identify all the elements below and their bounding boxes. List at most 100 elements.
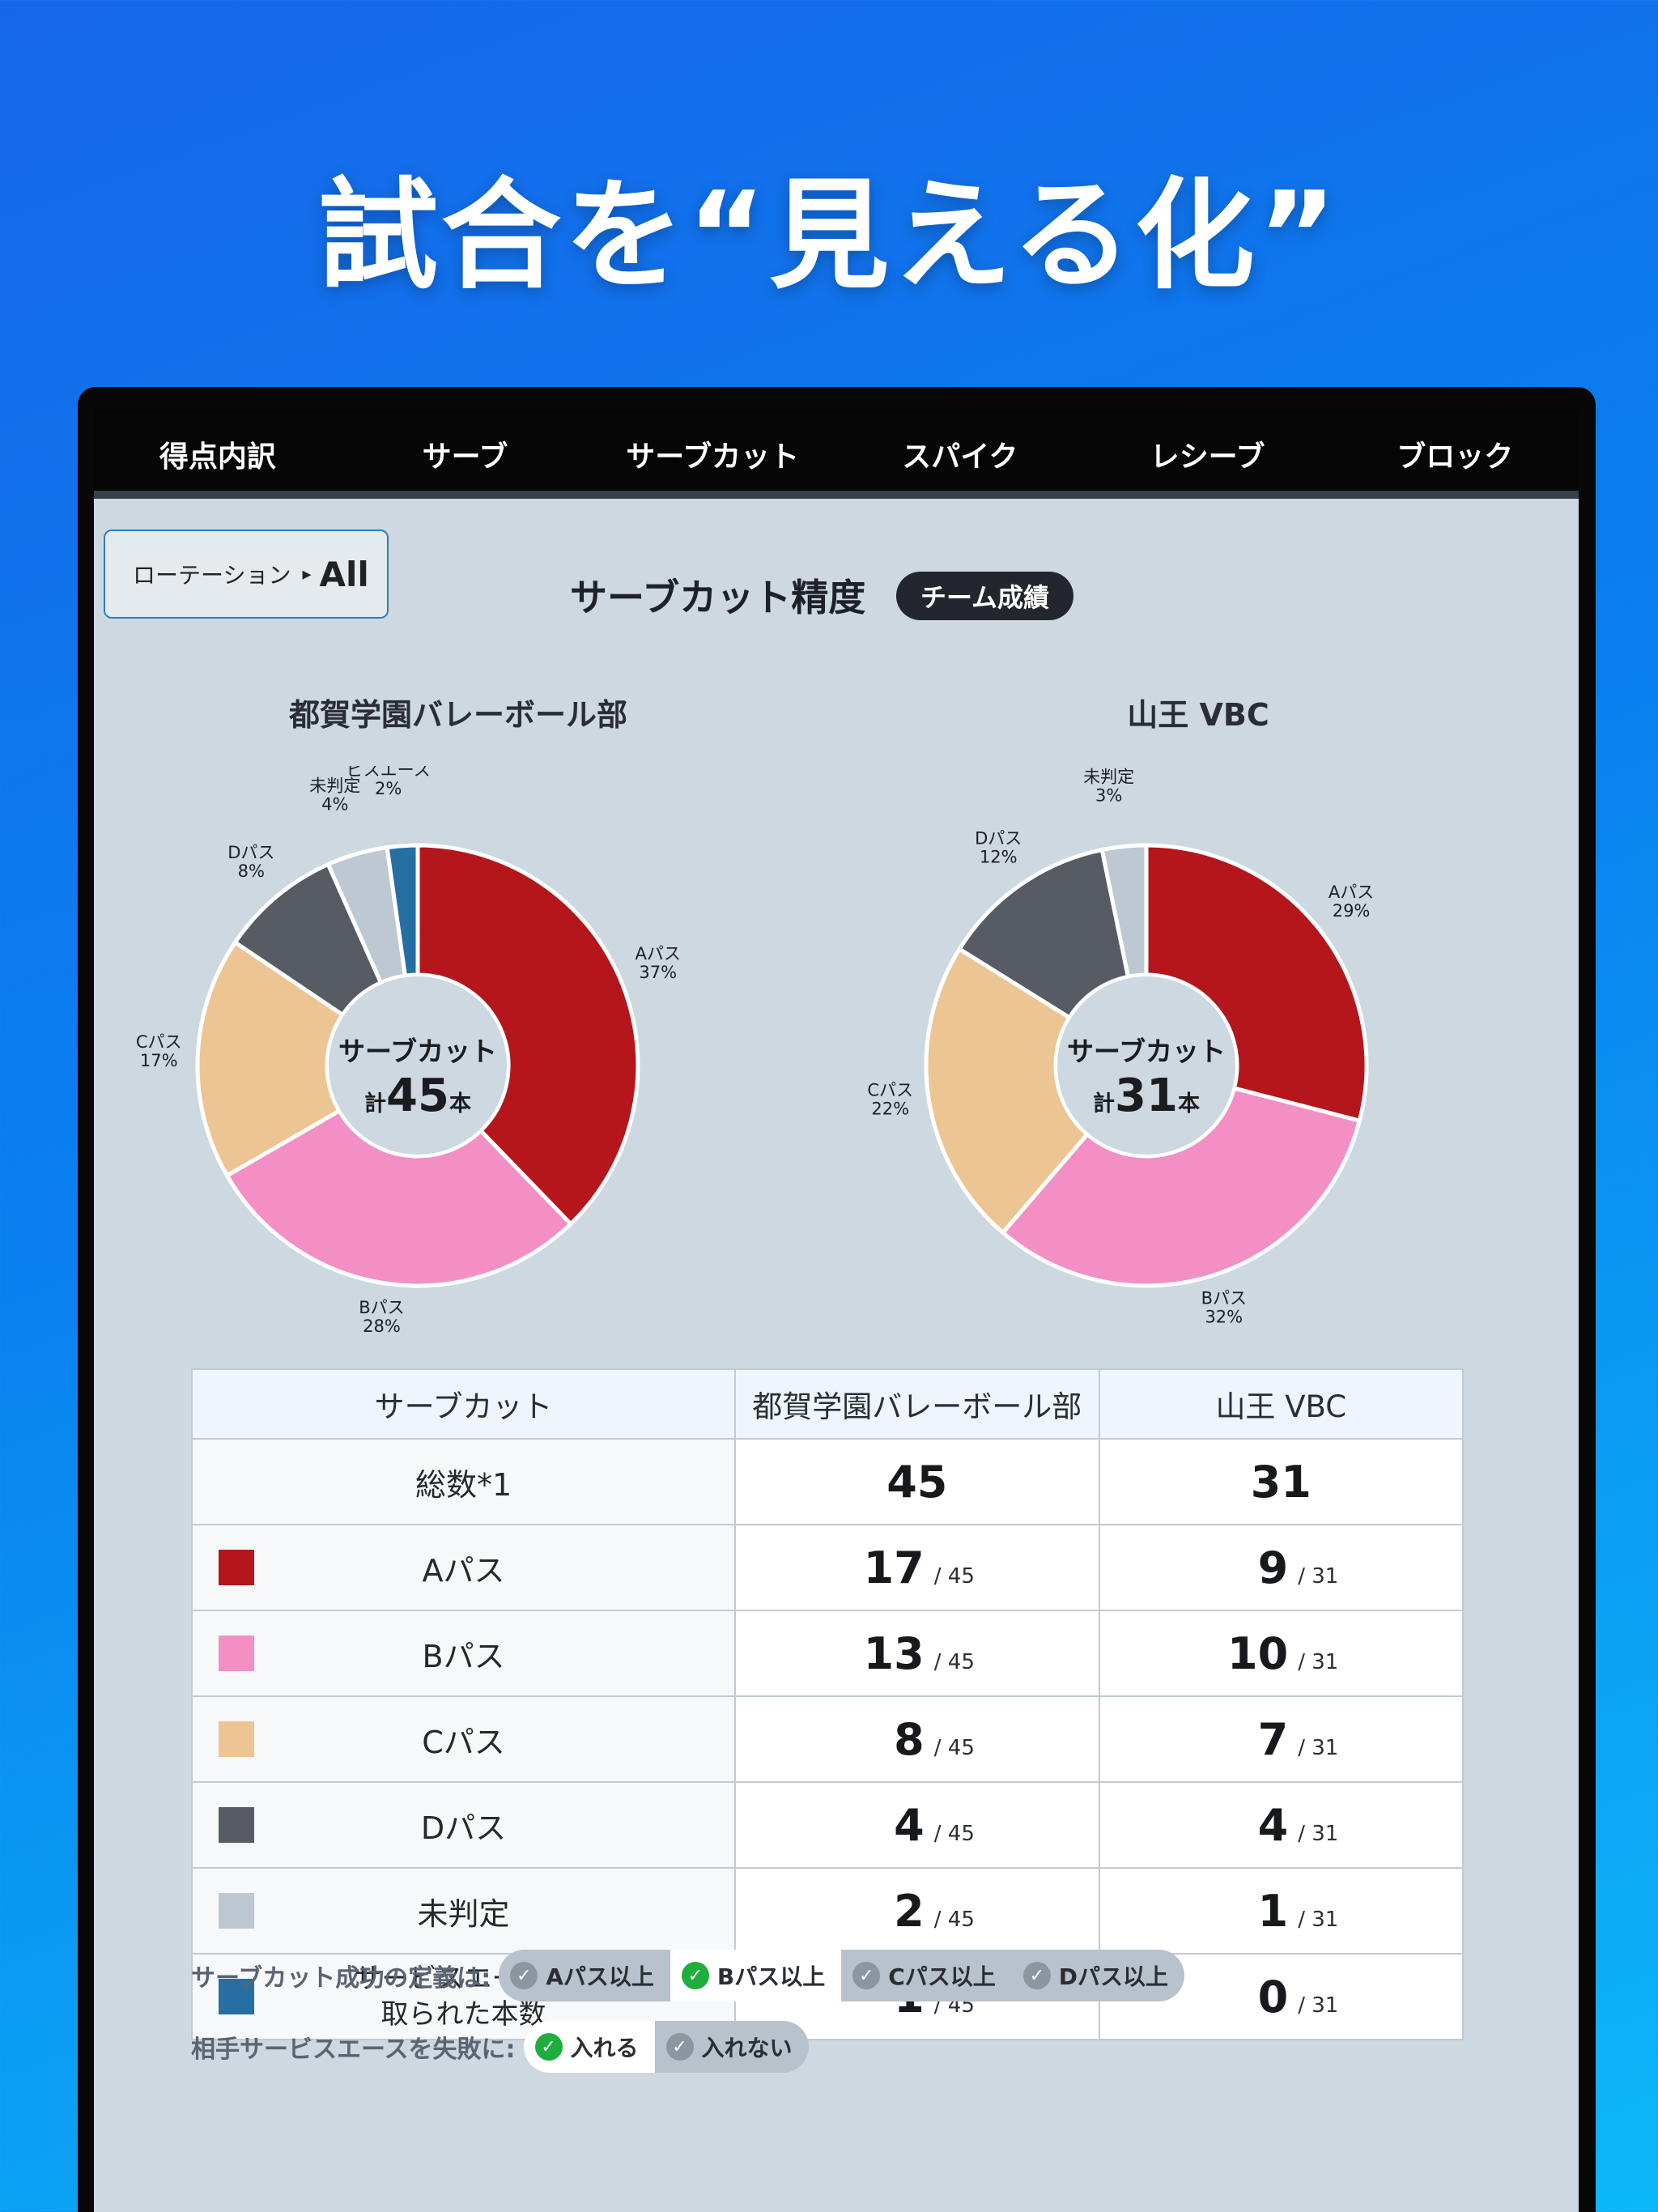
- of-total-team1: / 45: [933, 1907, 975, 1932]
- slice-label-C: Cパス 22%: [867, 1080, 913, 1118]
- row-label-c-pass: Cパス: [422, 1724, 505, 1760]
- of-total-team2: / 31: [1298, 1649, 1339, 1674]
- center-label: サーブカット: [338, 1036, 497, 1067]
- table-row: 未判定 2 / 45 1 / 31: [190, 1867, 1465, 1955]
- success-definition-segmented: ✓ Aパス以上 ✓ Bパス以上 ✓ Cパス以上 ✓ Dパス以上: [499, 1950, 1185, 2001]
- undetermined-swatch: [219, 1893, 254, 1929]
- slice-label-B: Bパス 32%: [1201, 1288, 1247, 1326]
- slice-label-A: Aパス 29%: [1329, 883, 1374, 921]
- success-definition-label: サーブカット成功の定義は:: [191, 1964, 491, 1993]
- b-pass-swatch: [219, 1636, 254, 1671]
- option-label: 入れる: [570, 2035, 639, 2061]
- table-header-team1: 都賀学園バレーボール部: [734, 1368, 1100, 1440]
- slice-label-C: Cパス 17%: [136, 1032, 182, 1070]
- center-label: サーブカット: [1067, 1036, 1226, 1067]
- b-pass-team2: 10: [1227, 1627, 1289, 1679]
- option-label: 入れない: [701, 2035, 793, 2061]
- table-row: Bパス 13 / 45 10 / 31: [190, 1610, 1465, 1697]
- check-icon: ✓: [534, 2033, 563, 2061]
- team2-name: 山王 VBC: [1127, 697, 1269, 733]
- slice-label-B: Bパス 28%: [359, 1298, 404, 1336]
- tab-score-breakdown[interactable]: 得点内訳: [94, 410, 342, 499]
- undetermined-team2: 1: [1257, 1885, 1289, 1937]
- d-pass-team2: 4: [1257, 1799, 1289, 1851]
- total-team2: 31: [1098, 1438, 1465, 1525]
- of-total-team2: / 31: [1298, 1735, 1339, 1760]
- option-label: Aパス以上: [546, 1963, 654, 1990]
- option-label: Cパス以上: [888, 1963, 996, 1990]
- slice-label-A: Aパス 37%: [636, 944, 681, 982]
- slice-label-undetermined: 未判定 3%: [1083, 768, 1134, 806]
- slice-label-D: Dパス 12%: [975, 828, 1022, 866]
- row-label-total: 総数*1: [190, 1438, 737, 1525]
- of-total-team2: / 31: [1298, 1821, 1339, 1846]
- tab-receive[interactable]: レシーブ: [1084, 410, 1332, 499]
- row-label-b-pass: Bパス: [422, 1638, 505, 1674]
- ace-team2: 0: [1257, 1971, 1289, 2023]
- c-pass-team2: 7: [1257, 1713, 1289, 1765]
- team1-donut-chart: Aパス37%Bパス28%Cパス17%Dパス8%未判定4%相手サービスエース2%サ…: [136, 766, 681, 1336]
- of-total-team1: / 45: [933, 1735, 975, 1760]
- a-pass-team1: 17: [863, 1542, 925, 1593]
- option-exclude[interactable]: ✓ 入れない: [655, 2021, 809, 2073]
- tab-spike[interactable]: スパイク: [836, 410, 1084, 499]
- serve-receive-table: サーブカット 都賀学園バレーボール部 山王 VBC 総数*1 45 31 Aパス…: [190, 1368, 1465, 2040]
- option-label: Dパス以上: [1058, 1963, 1169, 1990]
- option-b-pass-or-better[interactable]: ✓ Bパス以上: [670, 1950, 842, 2001]
- caret-right-icon: ▸: [302, 564, 312, 585]
- row-label-undetermined: 未判定: [417, 1895, 510, 1932]
- tab-divider: [94, 491, 1579, 499]
- tab-serve[interactable]: サーブ: [342, 410, 589, 499]
- table-row: Dパス 4 / 45 4 / 31: [190, 1781, 1465, 1869]
- d-pass-swatch: [219, 1807, 254, 1843]
- of-total-team2: / 31: [1298, 1563, 1339, 1589]
- ace-failure-row: 相手サービスエースを失敗に: ✓ 入れる ✓ 入れない: [191, 2021, 809, 2073]
- rotation-label: ローテーション: [133, 562, 291, 589]
- slice-label-D: Dパス 8%: [227, 843, 274, 881]
- undetermined-team1: 2: [894, 1885, 925, 1937]
- c-pass-swatch: [219, 1721, 254, 1757]
- tab-serve-receive[interactable]: サーブカット: [589, 410, 836, 499]
- slice-label-undetermined: 未判定 4%: [309, 776, 360, 814]
- ace-failure-label: 相手サービスエースを失敗に:: [191, 2035, 516, 2064]
- of-total-team1: / 45: [933, 1563, 975, 1589]
- table-row: Cパス 8 / 45 7 / 31: [190, 1695, 1465, 1783]
- of-total-team1: / 45: [933, 1649, 975, 1674]
- total-team1: 45: [734, 1438, 1100, 1525]
- of-total-team2: / 31: [1298, 1993, 1339, 2018]
- check-icon: ✓: [681, 1962, 709, 1989]
- team-stats-badge[interactable]: チーム成績: [896, 572, 1074, 620]
- option-include[interactable]: ✓ 入れる: [523, 2021, 655, 2073]
- team2-donut-chart: Aパス 29%Bパス 32%Cパス 22%Dパス 12%未判定 3%サーブカット計31本: [867, 768, 1374, 1327]
- success-definition-row: サーブカット成功の定義は: ✓ Aパス以上 ✓ Bパス以上 ✓ Cパス以上 ✓ Dパス以…: [191, 1950, 1185, 2001]
- table-header-team2: 山王 VBC: [1098, 1368, 1465, 1440]
- of-total-team1: / 45: [933, 1821, 975, 1846]
- ace-failure-segmented: ✓ 入れる ✓ 入れない: [523, 2021, 809, 2073]
- a-pass-swatch: [219, 1550, 254, 1585]
- check-icon: ✓: [665, 2033, 694, 2061]
- tab-bar: 得点内訳 サーブ サーブカット スパイク レシーブ ブロック: [94, 410, 1579, 499]
- option-a-pass-or-better[interactable]: ✓ Aパス以上: [499, 1950, 670, 2001]
- table-header-category: サーブカット: [190, 1368, 737, 1440]
- option-label: Bパス以上: [716, 1963, 826, 1990]
- option-c-pass-or-better[interactable]: ✓ Cパス以上: [841, 1950, 1012, 2001]
- a-pass-team2: 9: [1257, 1542, 1289, 1593]
- check-icon: ✓: [852, 1962, 881, 1989]
- check-icon: ✓: [1022, 1962, 1051, 1989]
- table-row-total: 総数*1 45 31: [190, 1438, 1465, 1525]
- c-pass-team1: 8: [894, 1713, 925, 1765]
- team1-name: 都賀学園バレーボール部: [288, 697, 627, 733]
- option-d-pass-or-better[interactable]: ✓ Dパス以上: [1012, 1950, 1184, 2001]
- row-label-d-pass: Dパス: [420, 1810, 507, 1846]
- table-row: Aパス 17 / 45 9 / 31: [190, 1524, 1465, 1611]
- rotation-filter-button[interactable]: ローテーション ▸ All: [104, 530, 389, 619]
- d-pass-team1: 4: [894, 1799, 925, 1851]
- of-total-team2: / 31: [1298, 1907, 1339, 1932]
- row-label-a-pass: Aパス: [422, 1552, 505, 1589]
- check-icon: ✓: [510, 1962, 538, 1989]
- rotation-value: All: [319, 554, 369, 594]
- app-screen: 得点内訳 サーブ サーブカット スパイク レシーブ ブロック ローテーション ▸…: [94, 410, 1579, 2212]
- b-pass-team1: 13: [863, 1627, 925, 1679]
- tab-block[interactable]: ブロック: [1331, 410, 1579, 499]
- chart-title: サーブカット精度: [570, 576, 866, 619]
